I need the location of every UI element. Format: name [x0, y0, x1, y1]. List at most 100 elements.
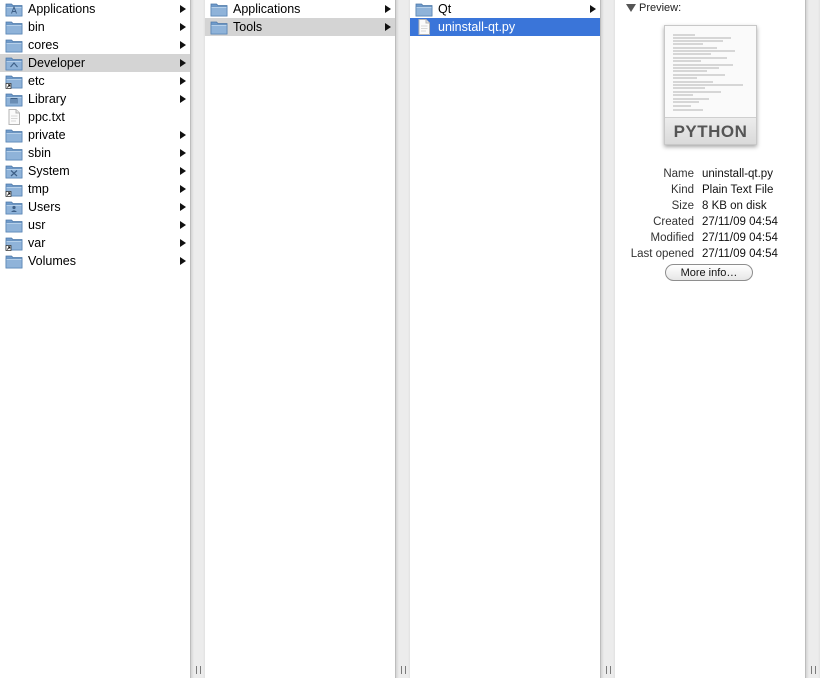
info-value: Plain Text File [702, 184, 774, 196]
list-item-system[interactable]: System [0, 162, 190, 180]
info-key: Modified [650, 232, 694, 244]
column-resize-bar[interactable] [805, 0, 820, 678]
alias-folder-icon [5, 73, 23, 89]
browser-column-root[interactable]: Applications bin cores Developer etc Library p… [0, 0, 190, 678]
info-key: Last opened [630, 248, 694, 260]
list-item-sbin[interactable]: sbin [0, 144, 190, 162]
alias-folder-icon [5, 181, 23, 197]
list-item-library[interactable]: Library [0, 90, 190, 108]
item-label: Applications [233, 2, 301, 16]
folder-icon [415, 1, 433, 17]
info-value: 8 KB on disk [702, 200, 767, 212]
info-value: uninstall-qt.py [702, 168, 773, 180]
preview-column: Preview: PYTHON Name uninstall-qt.py Kin… [615, 0, 805, 678]
disclosure-arrow-icon [180, 185, 186, 193]
item-label: Developer [28, 56, 85, 70]
library-folder-icon [5, 91, 23, 107]
list-item-uninstall-qt-py[interactable]: uninstall-qt.py [410, 18, 600, 36]
list-item-bin[interactable]: bin [0, 18, 190, 36]
info-key: Kind [670, 184, 694, 196]
disclosure-arrow-icon [180, 59, 186, 67]
item-label: Library [28, 92, 67, 106]
disclosure-arrow-icon [590, 5, 596, 13]
column-resize-bar[interactable] [395, 0, 410, 678]
list-item-usr[interactable]: usr [0, 216, 190, 234]
column-resize-grip[interactable] [811, 666, 816, 674]
file-type-label: PYTHON [673, 122, 748, 141]
info-key: Created [653, 216, 694, 228]
item-label: Qt [438, 2, 452, 16]
browser-column-tools[interactable]: Qt uninstall-qt.py [410, 0, 600, 678]
column-resize-bar[interactable] [600, 0, 615, 678]
disclosure-arrow-icon [180, 95, 186, 103]
info-row-modified: Modified 27/11/09 04:54 [615, 230, 805, 246]
info-row-size: Size 8 KB on disk [615, 198, 805, 214]
item-label: bin [28, 20, 45, 34]
folder-icon [5, 37, 23, 53]
list-item-private[interactable]: private [0, 126, 190, 144]
column-resize-grip[interactable] [196, 666, 201, 674]
item-label: private [28, 128, 66, 142]
list-item-ppc-txt[interactable]: ppc.txt [0, 108, 190, 126]
item-label: usr [28, 218, 46, 232]
applications-folder-icon [5, 1, 23, 17]
disclosure-arrow-icon [180, 41, 186, 49]
system-folder-icon [5, 163, 23, 179]
disclosure-triangle-icon[interactable] [626, 4, 636, 12]
folder-icon [5, 253, 23, 269]
browser-column-developer[interactable]: Applications Tools [205, 0, 395, 678]
item-label: etc [28, 74, 45, 88]
folder-icon [5, 127, 23, 143]
item-label: tmp [28, 182, 49, 196]
folder-icon [5, 145, 23, 161]
list-item-users[interactable]: Users [0, 198, 190, 216]
info-row-name: Name uninstall-qt.py [615, 166, 805, 182]
list-item-qt[interactable]: Qt [410, 0, 600, 18]
info-row-created: Created 27/11/09 04:54 [615, 214, 805, 230]
list-item-developer[interactable]: Developer [0, 54, 190, 72]
info-value: 27/11/09 04:54 [702, 216, 778, 228]
item-label: sbin [28, 146, 51, 160]
info-key: Name [663, 168, 694, 180]
item-label: var [28, 236, 46, 250]
disclosure-arrow-icon [180, 203, 186, 211]
text-file-icon [415, 19, 433, 35]
alias-folder-icon [5, 235, 23, 251]
column-resize-grip[interactable] [401, 666, 406, 674]
list-item-applications[interactable]: Applications [205, 0, 395, 18]
column-resize-grip[interactable] [606, 666, 611, 674]
developer-folder-icon [5, 55, 23, 71]
disclosure-arrow-icon [180, 149, 186, 157]
item-label: Applications [28, 2, 96, 16]
disclosure-arrow-icon [385, 5, 391, 13]
disclosure-arrow-icon [180, 131, 186, 139]
item-label: ppc.txt [28, 110, 65, 124]
item-label: Volumes [28, 254, 76, 268]
info-value: 27/11/09 04:54 [702, 232, 778, 244]
folder-icon [5, 19, 23, 35]
item-label: Tools [233, 20, 263, 34]
document-text-lines [673, 34, 743, 111]
disclosure-arrow-icon [385, 23, 391, 31]
disclosure-arrow-icon [180, 167, 186, 175]
disclosure-arrow-icon [180, 77, 186, 85]
users-folder-icon [5, 199, 23, 215]
file-info-list: Name uninstall-qt.py Kind Plain Text File Si… [615, 166, 805, 262]
list-item-tools[interactable]: Tools [205, 18, 395, 36]
preview-disclosure[interactable]: Preview: [626, 2, 681, 14]
item-label: System [28, 164, 70, 178]
folder-icon [5, 217, 23, 233]
list-item-volumes[interactable]: Volumes [0, 252, 190, 270]
list-item-tmp[interactable]: tmp [0, 180, 190, 198]
list-item-var[interactable]: var [0, 234, 190, 252]
list-item-cores[interactable]: cores [0, 36, 190, 54]
item-label: cores [28, 38, 59, 52]
disclosure-arrow-icon [180, 5, 186, 13]
disclosure-arrow-icon [180, 239, 186, 247]
column-resize-bar[interactable] [190, 0, 205, 678]
info-value: 27/11/09 04:54 [702, 248, 778, 260]
list-item-etc[interactable]: etc [0, 72, 190, 90]
list-item-applications[interactable]: Applications [0, 0, 190, 18]
more-info-button[interactable]: More info… [665, 264, 753, 281]
info-key: Size [671, 200, 694, 212]
